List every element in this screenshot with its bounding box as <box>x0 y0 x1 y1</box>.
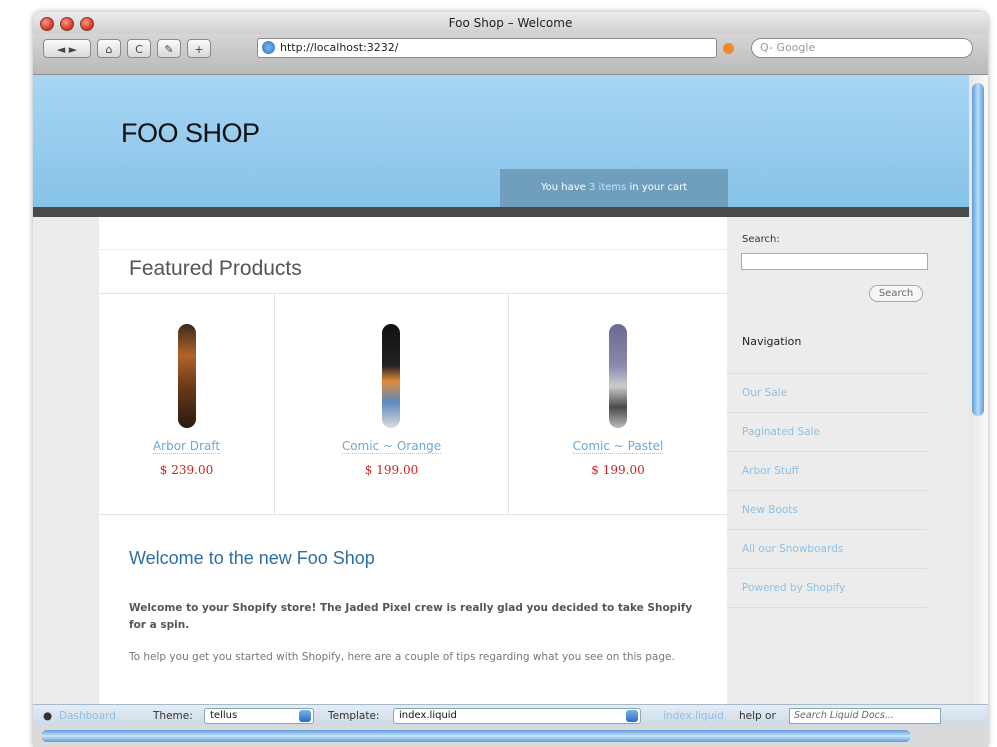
reload-button[interactable]: C <box>127 39 151 58</box>
web-page: FOO SHOP You have 3 items in your cart F… <box>33 75 969 747</box>
minimize-window-button[interactable] <box>60 17 74 31</box>
sidebar: Search: Search Navigation Our Sale Pagin… <box>727 217 969 747</box>
browser-window: Foo Shop – Welcome ◄ ► ⌂ C ✎ + http://lo… <box>33 12 988 747</box>
window-title: Foo Shop – Welcome <box>448 16 573 30</box>
horizontal-scroll-thumb[interactable] <box>41 730 911 742</box>
snowboard-image[interactable] <box>178 324 196 428</box>
content-top-strip <box>99 217 727 250</box>
cart-items-link[interactable]: 3 items <box>589 182 626 193</box>
search-button[interactable]: Search <box>869 285 923 302</box>
snowboard-image[interactable] <box>382 324 400 428</box>
zoom-window-button[interactable] <box>80 17 94 31</box>
browser-toolbar: ◄ ► ⌂ C ✎ + http://localhost:3232/ Q- Go… <box>33 34 988 75</box>
cart-summary: You have 3 items in your cart <box>500 169 728 207</box>
home-button[interactable]: ⌂ <box>97 39 121 58</box>
search-label: Search: <box>742 234 780 245</box>
nav-item-arbor-stuff[interactable]: Arbor Stuff <box>727 452 927 491</box>
dashboard-icon[interactable]: ● <box>43 708 52 724</box>
main-content: Featured Products Arbor Draft $ 239.00 C… <box>99 217 727 747</box>
help-text: help or <box>739 710 776 722</box>
add-bookmark-button[interactable]: + <box>187 39 211 58</box>
product-price: $ 199.00 <box>591 463 645 477</box>
header-divider <box>33 207 969 217</box>
welcome-heading: Welcome to the new Foo Shop <box>129 548 375 568</box>
dashboard-link[interactable]: Dashboard <box>59 708 116 724</box>
template-value: index.liquid <box>399 710 457 721</box>
google-search-field[interactable]: Q- Google <box>751 38 973 58</box>
product-price: $ 199.00 <box>364 463 419 477</box>
search-input[interactable] <box>741 253 928 270</box>
nav-item-new-boots[interactable]: New Boots <box>727 491 927 530</box>
theme-label: Theme: <box>153 710 193 722</box>
template-file-link[interactable]: index.liquid <box>663 708 724 724</box>
nav-item-paginated-sale[interactable]: Paginated Sale <box>727 413 927 452</box>
toolbar-buttons: ◄ ► ⌂ C ✎ + <box>43 39 211 58</box>
product-grid: Arbor Draft $ 239.00 Comic ~ Orange $ 19… <box>99 293 727 515</box>
navigation-heading: Navigation <box>742 335 802 348</box>
product-name[interactable]: Arbor Draft <box>99 439 274 454</box>
shop-logo[interactable]: FOO SHOP <box>121 118 260 149</box>
template-label: Template: <box>328 710 380 722</box>
title-bar: Foo Shop – Welcome <box>33 12 988 34</box>
product-card[interactable]: Comic ~ Pastel $ 199.00 <box>509 294 727 514</box>
shop-header: FOO SHOP You have 3 items in your cart <box>33 75 969 207</box>
vertical-scroll-thumb[interactable] <box>972 83 984 416</box>
nav-item-our-sale[interactable]: Our Sale <box>727 374 927 413</box>
product-card[interactable]: Arbor Draft $ 239.00 <box>99 294 275 514</box>
product-card[interactable]: Comic ~ Orange $ 199.00 <box>275 294 509 514</box>
liquid-docs-search[interactable]: Search Liquid Docs... <box>789 708 941 724</box>
product-name[interactable]: Comic ~ Pastel <box>509 439 727 454</box>
theme-select[interactable]: tellus <box>204 708 314 724</box>
cart-suffix: in your cart <box>626 182 688 193</box>
nav-item-all-snowboards[interactable]: All our Snowboards <box>727 530 927 569</box>
globe-icon <box>262 41 275 54</box>
address-bar[interactable]: http://localhost:3232/ <box>257 38 717 58</box>
cart-prefix: You have <box>540 182 589 193</box>
url-text: http://localhost:3232/ <box>280 41 399 54</box>
close-window-button[interactable] <box>40 17 54 31</box>
product-name[interactable]: Comic ~ Orange <box>275 439 508 454</box>
featured-products-heading: Featured Products <box>129 257 302 280</box>
select-arrow-icon <box>626 710 638 722</box>
liquid-editor-bar: ● Dashboard Theme: tellus Template: inde… <box>33 704 988 727</box>
back-forward-button[interactable]: ◄ ► <box>43 39 91 58</box>
snowboard-image[interactable] <box>609 324 627 428</box>
horizontal-scrollbar[interactable] <box>33 726 988 747</box>
welcome-intro: Welcome to your Shopify store! The Jaded… <box>129 602 693 631</box>
navigation-list: Our Sale Paginated Sale Arbor Stuff New … <box>727 373 927 608</box>
theme-value: tellus <box>210 710 238 721</box>
nav-item-powered-by-shopify[interactable]: Powered by Shopify <box>727 569 927 608</box>
vertical-scrollbar[interactable] <box>969 75 988 705</box>
edit-button[interactable]: ✎ <box>157 39 181 58</box>
welcome-tips: To help you get you started with Shopify… <box>129 651 675 663</box>
rss-icon[interactable] <box>723 43 734 54</box>
window-controls <box>40 17 94 31</box>
select-arrow-icon <box>299 710 311 722</box>
product-price: $ 239.00 <box>159 463 214 477</box>
template-select[interactable]: index.liquid <box>393 708 641 724</box>
